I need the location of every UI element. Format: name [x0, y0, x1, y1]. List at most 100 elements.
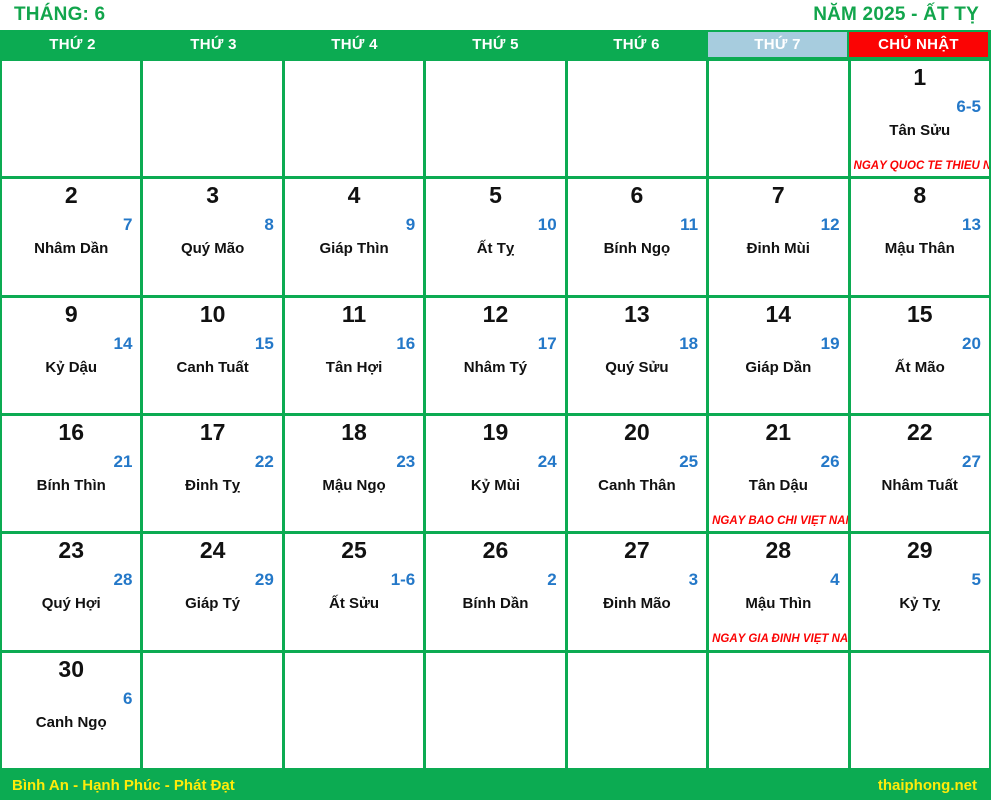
calendar-day-cell[interactable]: 26 2 Bính Dần: [426, 534, 565, 650]
calendar-day-cell[interactable]: 28 4 Mậu Thìn NGÀY GIA ĐÌNH VIỆT NAM: [709, 534, 848, 650]
calendar-day-cell[interactable]: 8 13 Mậu Thân: [850, 179, 989, 295]
solar-day-number: 28: [765, 537, 792, 564]
calendar-day-cell[interactable]: 19 24 Kỷ Mùi: [426, 415, 565, 532]
can-chi-label: Mậu Thìn: [745, 595, 812, 613]
calendar-cell-empty: [709, 652, 848, 768]
can-chi-label: Ất Sửu: [329, 595, 380, 613]
calendar-day-cell[interactable]: 22 27 Nhâm Tuất: [850, 415, 989, 532]
calendar-day-cell[interactable]: 29 5 Kỷ Tỵ: [850, 534, 989, 650]
can-chi-label: Đinh Mão: [603, 595, 671, 613]
calendar-day-cell[interactable]: 27 3 Đinh Mão: [567, 534, 707, 650]
can-chi-label: Nhâm Tý: [463, 358, 528, 376]
lunar-day-number: 20: [962, 333, 981, 353]
weekday-header-2: THỨ 3: [143, 30, 284, 59]
weekday-header-row: THỨ 2 THỨ 3 THỨ 4 THỨ 5 THỨ 6 THỨ 7 CHỦ NHẬT: [0, 30, 991, 59]
solar-day-number: 11: [341, 300, 367, 327]
can-chi-label: Đinh Tỵ: [185, 476, 241, 494]
solar-day-number: 17: [199, 418, 226, 445]
solar-day-number: 16: [58, 418, 84, 445]
footer-bar: Bình An - Hạnh Phúc - Phát Đạt thaiphong…: [0, 770, 991, 800]
weekday-header-7: CHỦ NHẬT: [848, 30, 989, 59]
calendar-day-cell[interactable]: 2 7 Nhâm Dần: [2, 179, 141, 295]
month-title: THÁNG: 6: [14, 4, 106, 25]
lunar-day-number: 4: [830, 570, 840, 590]
can-chi-label: Giáp Dần: [745, 358, 812, 376]
calendar-day-cell[interactable]: 4 9 Giáp Thìn: [284, 179, 424, 295]
holiday-event-label: NGÀY GIA ĐÌNH VIỆT NAM: [712, 633, 848, 645]
solar-day-number: 12: [482, 300, 509, 327]
weekday-header-4: THỨ 5: [425, 30, 566, 59]
solar-day-number: 18: [341, 418, 367, 445]
lunar-day-number: 2: [547, 570, 557, 590]
lunar-day-number: 6: [122, 688, 133, 708]
can-chi-label: Nhâm Tuất: [881, 476, 958, 494]
calendar-day-cell[interactable]: 5 10 Ất Tỵ: [426, 179, 565, 295]
calendar-day-cell[interactable]: 17 22 Đinh Tỵ: [143, 415, 282, 532]
calendar-day-cell[interactable]: 7 12 Đinh Mùi: [709, 179, 848, 295]
calendar-day-cell[interactable]: 13 18 Quý Sửu: [567, 297, 707, 413]
lunar-day-number: 11: [680, 215, 699, 235]
calendar-cell-empty: [426, 652, 565, 768]
calendar-day-cell[interactable]: 6 11 Bính Ngọ: [567, 179, 707, 295]
can-chi-label: Mậu Ngọ: [322, 476, 386, 494]
weekday-label: THỨ 4: [331, 36, 378, 53]
weekday-label: THỨ 6: [613, 36, 660, 53]
calendar-day-cell[interactable]: 11 16 Tân Hợi: [284, 297, 424, 413]
calendar-day-cell[interactable]: 1 6-5 Tân Sửu NGÀY QUỐC TẾ THIẾU NHI: [850, 61, 989, 177]
can-chi-label: Giáp Tý: [185, 595, 241, 613]
calendar-week-row: 23 28 Quý Hợi 24 29 Giáp Tý 25 1-6 Ất Sửu 26 2 Bính…: [2, 534, 989, 650]
solar-day-number: 23: [58, 537, 84, 564]
can-chi-label: Kỷ Tỵ: [899, 595, 941, 613]
solar-day-number: 8: [913, 182, 927, 209]
weekday-label: THỨ 7: [708, 32, 847, 57]
calendar-cell-empty: [284, 61, 424, 177]
lunar-day-number: 17: [537, 333, 557, 353]
can-chi-label: Quý Hợi: [41, 595, 101, 613]
can-chi-label: Bính Dần: [462, 595, 529, 613]
solar-day-number: 15: [906, 300, 933, 327]
calendar-day-cell[interactable]: 25 1-6 Ất Sửu: [284, 534, 424, 650]
calendar-day-cell[interactable]: 24 29 Giáp Tý: [143, 534, 282, 650]
footer-site[interactable]: thaiphong.net: [878, 777, 977, 794]
can-chi-label: Bính Ngọ: [603, 240, 671, 258]
weekday-header-1: THỨ 2: [2, 30, 143, 59]
year-title: NĂM 2025 - ẤT TỴ: [813, 4, 979, 25]
calendar-cell-empty: [2, 61, 141, 177]
calendar-day-cell[interactable]: 15 20 Ất Mão: [850, 297, 989, 413]
can-chi-label: Canh Tuất: [176, 358, 249, 376]
solar-day-number: 19: [482, 418, 509, 445]
solar-day-number: 10: [199, 300, 226, 327]
holiday-event-label: NGÀY QUỐC TẾ THIẾU NHI: [853, 159, 989, 172]
calendar-day-cell[interactable]: 18 23 Mậu Ngọ: [284, 415, 424, 532]
weekday-header-5: THỨ 6: [566, 30, 707, 59]
solar-day-number: 30: [58, 655, 84, 682]
can-chi-label: Tân Sửu: [889, 122, 951, 139]
lunar-day-number: 23: [396, 451, 416, 471]
calendar-day-cell[interactable]: 14 19 Giáp Dần: [709, 297, 848, 413]
calendar-day-cell[interactable]: 12 17 Nhâm Tý: [426, 297, 565, 413]
calendar-day-cell[interactable]: 30 6 Canh Ngọ: [2, 652, 141, 768]
lunar-day-number: 19: [820, 333, 840, 353]
lunar-day-number: 28: [113, 570, 133, 590]
calendar-day-cell[interactable]: 23 28 Quý Hợi: [2, 534, 141, 650]
lunar-day-number: 3: [688, 570, 699, 590]
calendar-cell-empty: [709, 61, 848, 177]
solar-day-number: 7: [771, 182, 785, 209]
can-chi-label: Mậu Thân: [884, 240, 955, 258]
calendar-day-cell[interactable]: 10 15 Canh Tuất: [143, 297, 282, 413]
calendar-day-cell[interactable]: 16 21 Bính Thìn: [2, 415, 141, 532]
calendar-cell-empty: [567, 61, 707, 177]
solar-day-number: 24: [199, 537, 226, 564]
calendar-day-cell[interactable]: 21 26 Tân Dậu NGÀY BÁO CHÍ VIỆT NAM: [709, 415, 848, 532]
lunar-day-number: 1-6: [390, 570, 416, 590]
calendar-day-cell[interactable]: 20 25 Canh Thân: [567, 415, 707, 532]
weekday-header-3: THỨ 4: [284, 30, 425, 59]
lunar-day-number: 24: [537, 451, 557, 471]
calendar-week-row: 2 7 Nhâm Dần 3 8 Quý Mão 4 9 Giáp Thìn 5 10 Ất Tỵ 6 1…: [2, 179, 989, 295]
calendar-day-cell[interactable]: 9 14 Kỷ Dậu: [2, 297, 141, 413]
can-chi-label: Tân Hợi: [325, 358, 383, 376]
lunar-day-number: 10: [537, 215, 557, 235]
lunar-day-number: 21: [113, 451, 133, 471]
calendar-day-cell[interactable]: 3 8 Quý Mão: [143, 179, 282, 295]
calendar-cell-empty: [143, 652, 282, 768]
